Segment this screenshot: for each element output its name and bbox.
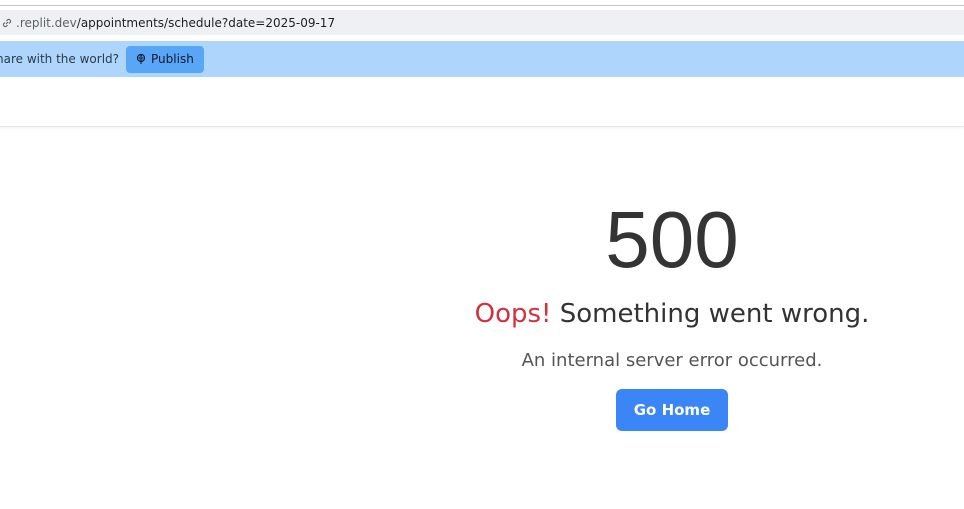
publish-button-label: Publish [151, 52, 194, 66]
url-host: .replit.dev [16, 15, 77, 30]
globe-pin-icon [135, 53, 147, 65]
go-home-button[interactable]: Go Home [615, 389, 729, 431]
app-header [0, 77, 964, 127]
error-title-text: Something went wrong. [551, 299, 870, 329]
publish-button[interactable]: Publish [126, 45, 204, 73]
error-title: Oops! Something went wrong. [380, 294, 964, 334]
address-bar[interactable]: .replit.dev/appointments/schedule?date=2… [0, 10, 964, 35]
error-panel: 500 Oops! Something went wrong. An inter… [380, 190, 964, 431]
link-icon [0, 16, 14, 30]
url-path: /appointments/schedule?date=2025-09-17 [76, 15, 336, 30]
browser-top-edge [0, 0, 964, 6]
error-code: 500 [605, 195, 739, 284]
banner-text: hare with the world? [0, 52, 120, 66]
error-title-accent: Oops! [474, 299, 552, 329]
error-message: An internal server error occurred. [521, 350, 823, 371]
publish-banner: hare with the world? Publish [0, 41, 964, 77]
